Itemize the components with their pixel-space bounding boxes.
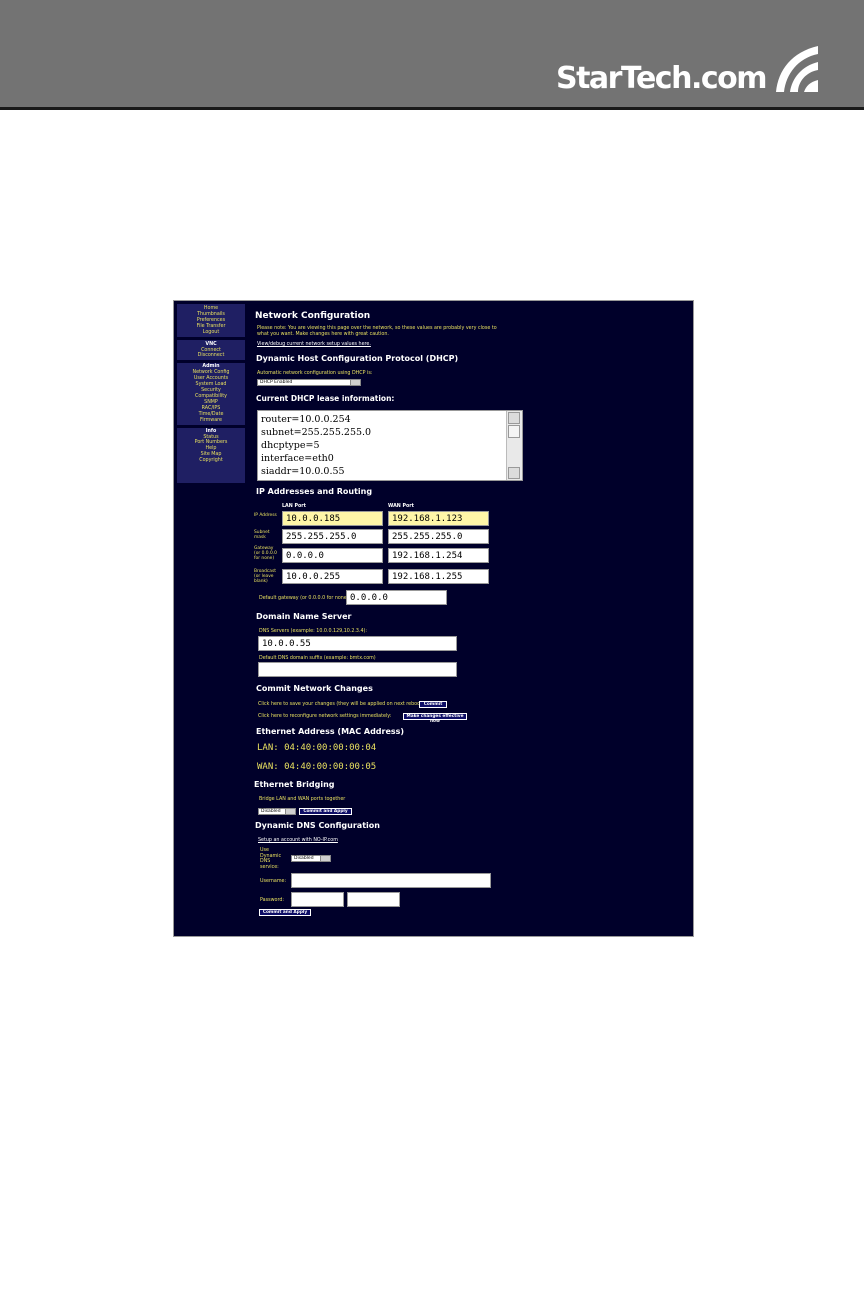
sidebar-info-group: Status Port Numbers Help Site Map Copyri… xyxy=(177,435,245,465)
dhcp-select[interactable]: DHCP Enabled xyxy=(257,379,361,386)
scroll-up-arrow-icon[interactable] xyxy=(508,412,520,424)
lan-subnet-input[interactable]: 255.255.255.0 xyxy=(282,529,383,544)
lease-line: siaddr=10.0.0.55 xyxy=(261,466,345,477)
make-effective-button[interactable]: Make changes effective now xyxy=(403,713,467,724)
device-web-ui-screenshot: Home Thumbnails Preferences File Transfe… xyxy=(173,300,694,937)
wan-subnet-input[interactable]: 255.255.255.0 xyxy=(388,529,489,544)
sidebar-item-disconnect[interactable]: Disconnect xyxy=(177,353,245,359)
lease-line: router=10.0.0.254 xyxy=(261,414,351,425)
caution-note: Please note: You are viewing this page o… xyxy=(257,326,497,337)
chevron-down-icon xyxy=(285,809,295,814)
wan-ip-input[interactable]: 192.168.1.123 xyxy=(388,511,489,526)
lan-ip-input[interactable]: 10.0.0.185 xyxy=(282,511,383,526)
bridging-heading: Ethernet Bridging xyxy=(254,780,335,789)
sidebar-item-copyright[interactable]: Copyright xyxy=(177,458,245,464)
wan-port-column-header: WAN Port xyxy=(388,504,414,509)
main-content: Network Configuration Please note: You a… xyxy=(254,301,694,938)
dns-suffix-input[interactable] xyxy=(258,662,457,677)
subnet-mask-label: Subnet mask xyxy=(254,530,270,540)
ip-heading: IP Addresses and Routing xyxy=(256,487,373,496)
password-input[interactable] xyxy=(291,892,344,907)
page-title: Network Configuration xyxy=(255,311,371,321)
dhcp-label: Automatic network configuration using DH… xyxy=(257,371,373,376)
commit-heading: Commit Network Changes xyxy=(256,684,373,693)
header-divider xyxy=(0,107,864,110)
ddns-heading: Dynamic DNS Configuration xyxy=(255,821,380,830)
dhcp-select-value: DHCP Enabled xyxy=(260,380,293,385)
view-network-values-link[interactable]: View/debug current network setup values … xyxy=(257,342,371,347)
lease-line: subnet=255.255.255.0 xyxy=(261,427,372,438)
wan-broadcast-input[interactable]: 192.168.1.255 xyxy=(388,569,489,584)
gateway-label: Gateway (or 0.0.0.0 for none) xyxy=(254,546,277,561)
lease-line: interface=eth0 xyxy=(261,453,334,464)
username-label: Username: xyxy=(260,879,287,884)
sidebar: Home Thumbnails Preferences File Transfe… xyxy=(177,304,245,483)
ddns-commit-apply-button[interactable]: Commit and Apply xyxy=(259,909,311,916)
chevron-down-icon xyxy=(320,856,330,861)
default-gateway-label: Default gateway (or 0.0.0.0 for none): xyxy=(259,596,351,601)
sidebar-admin-group: Network Config User Accounts System Load… xyxy=(177,370,245,423)
brand-name: StarTech.com xyxy=(555,61,768,96)
ddns-select-value: Disabled xyxy=(294,856,314,861)
wan-mac-address: WAN: 04:40:00:00:00:05 xyxy=(257,762,377,772)
lan-mac-address: LAN: 04:40:00:00:00:04 xyxy=(257,743,377,753)
username-input[interactable] xyxy=(291,873,491,888)
ip-address-label: IP Address xyxy=(254,513,277,518)
sidebar-separator xyxy=(177,360,245,364)
bridging-label: Bridge LAN and WAN ports together xyxy=(259,797,346,802)
mac-heading: Ethernet Address (MAC Address) xyxy=(256,727,405,736)
commit-button[interactable]: Commit xyxy=(419,701,447,708)
dns-servers-input[interactable]: 10.0.0.55 xyxy=(258,636,457,651)
scroll-down-arrow-icon[interactable] xyxy=(508,467,520,479)
sidebar-item-logout[interactable]: Logout xyxy=(177,330,245,336)
sidebar-separator xyxy=(177,336,245,340)
sidebar-vnc-group: Connect Disconnect xyxy=(177,348,245,360)
lan-port-column-header: LAN Port xyxy=(282,504,306,509)
sidebar-top-group: Home Thumbnails Preferences File Transfe… xyxy=(177,304,245,336)
password-confirm-input[interactable] xyxy=(347,892,400,907)
apply-now-text: Click here to reconfigure network settin… xyxy=(258,714,392,719)
lan-broadcast-input[interactable]: 10.0.0.255 xyxy=(282,569,383,584)
password-label: Password: xyxy=(260,898,285,903)
dhcp-heading: Dynamic Host Configuration Protocol (DHC… xyxy=(256,354,459,363)
use-ddns-label: Use Dynamic DNS service: xyxy=(260,848,282,870)
dns-heading: Domain Name Server xyxy=(256,612,352,621)
scroll-thumb[interactable] xyxy=(508,425,520,438)
dns-servers-label: DNS Servers (example: 10.0.0.129,10.2.3.… xyxy=(259,629,368,634)
sidebar-separator xyxy=(177,424,245,428)
dhcp-lease-textarea[interactable]: router=10.0.0.254 subnet=255.255.255.0 d… xyxy=(257,410,523,481)
bridging-select[interactable]: Disabled xyxy=(258,808,296,815)
noip-account-link[interactable]: Setup an account with NO-IP.com xyxy=(258,838,338,843)
broadcast-label: Broadcast (or leave blank) xyxy=(254,569,276,584)
sidebar-item-firmware[interactable]: Firmware xyxy=(177,418,245,424)
save-changes-text: Click here to save your changes (they wi… xyxy=(258,702,426,707)
bridging-select-value: Disabled xyxy=(261,809,281,814)
wan-gateway-input[interactable]: 192.168.1.254 xyxy=(388,548,489,563)
lan-gateway-input[interactable]: 0.0.0.0 xyxy=(282,548,383,563)
lease-line: dhcptype=5 xyxy=(261,440,320,451)
ddns-select[interactable]: Disabled xyxy=(291,855,331,862)
bridging-commit-apply-button[interactable]: Commit and Apply xyxy=(299,808,352,815)
lease-scrollbar[interactable] xyxy=(506,411,522,480)
default-gateway-input[interactable]: 0.0.0.0 xyxy=(346,590,447,605)
lease-heading: Current DHCP lease information: xyxy=(256,394,395,403)
swoosh-icon xyxy=(768,40,824,96)
startech-logo: StarTech.com xyxy=(556,40,824,96)
chevron-down-icon xyxy=(350,380,360,385)
dns-suffix-label: Default DNS domain suffix (example: bmtx… xyxy=(259,656,376,661)
